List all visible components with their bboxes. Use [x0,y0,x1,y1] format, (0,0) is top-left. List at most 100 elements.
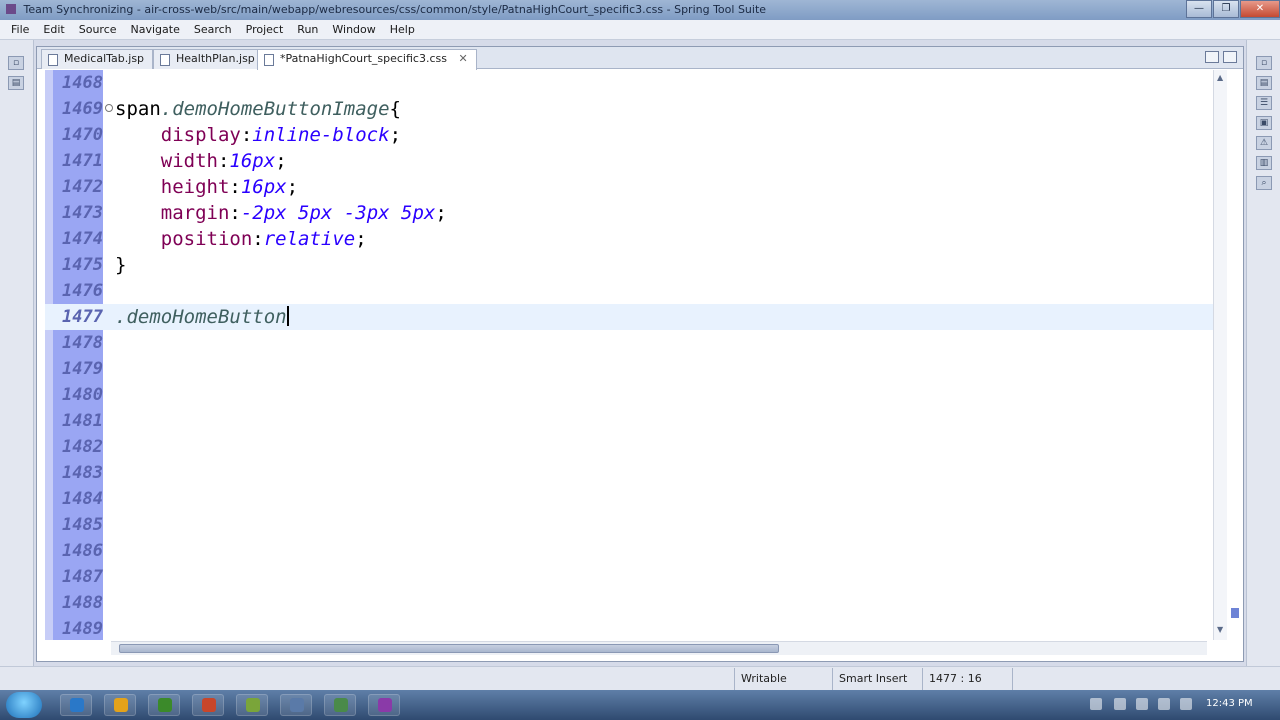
code-token: } [115,254,127,276]
line-number: 1479 [62,359,103,379]
code-line[interactable]: 1472 height:16px; [45,174,1213,200]
code-line[interactable]: 1477 .demoHomeButton [45,304,1213,330]
scroll-down-icon[interactable]: ▼ [1217,626,1225,634]
code-line[interactable]: 1478 [45,330,1213,356]
close-tab-icon[interactable]: ✕ [458,52,467,65]
line-number: 1472 [62,177,103,197]
horizontal-scroll-thumb[interactable] [119,644,779,653]
task-list-icon[interactable]: ☰ [1256,96,1272,110]
line-number: 1476 [62,281,103,301]
taskbar-app-button[interactable] [324,694,356,716]
line-number: 1478 [62,333,103,353]
taskbar-app-button[interactable] [192,694,224,716]
restore-view-icon[interactable]: ▫ [1256,56,1272,70]
battery-icon[interactable] [1136,698,1148,710]
menu-window[interactable]: Window [325,20,382,39]
overview-marker[interactable] [1231,608,1239,618]
volume-icon[interactable] [1180,698,1192,710]
menu-edit[interactable]: Edit [36,20,71,39]
right-trim-bar: ▫ ▤ ☰ ▣ ⚠ ▥ ⌕ [1246,40,1280,690]
line-number: 1473 [62,203,103,223]
vertical-scrollbar[interactable]: ▲ ▼ [1213,70,1227,640]
tab-medicaltab-jsp[interactable]: MedicalTab.jsp [41,49,154,69]
window-title: Team Synchronizing - air-cross-web/src/m… [23,3,767,16]
code-token: position [160,228,253,250]
menu-search[interactable]: Search [187,20,239,39]
code-token: 16px [229,150,276,172]
overview-ruler [1229,70,1241,640]
maximize-button[interactable]: ❐ [1213,0,1239,18]
code-text: } [115,252,126,278]
code-line[interactable]: 1470 display:inline-block; [45,122,1213,148]
network-icon[interactable] [1158,698,1170,710]
code-line[interactable]: 1471 width:16px; [45,148,1213,174]
taskbar-app-button[interactable] [236,694,268,716]
menu-run[interactable]: Run [290,20,325,39]
code-line[interactable]: 1479 [45,356,1213,382]
code-line[interactable]: 1484 [45,486,1213,512]
code-line[interactable]: 1487 [45,564,1213,590]
menu-file[interactable]: File [4,20,36,39]
tab-patnahighcourt-css[interactable]: *PatnaHighCourt_specific3.css ✕ [257,49,477,70]
minimize-button[interactable]: — [1186,0,1212,18]
taskbar: 12:43 PM [0,690,1280,720]
line-number: 1487 [62,567,103,587]
restore-view-icon[interactable]: ▫ [8,56,24,70]
code-line[interactable]: 1469 span.demoHomeButtonImage{ [45,96,1213,122]
action-center-icon[interactable] [1114,698,1126,710]
package-explorer-icon[interactable]: ▤ [8,76,24,90]
horizontal-scrollbar[interactable] [111,641,1207,655]
tab-label: *PatnaHighCourt_specific3.css [280,52,447,65]
code-line[interactable]: 1485 [45,512,1213,538]
line-number: 1474 [62,229,103,249]
close-window-button[interactable]: ✕ [1240,0,1280,18]
menu-project[interactable]: Project [239,20,291,39]
servers-view-icon[interactable]: ▥ [1256,156,1272,170]
app-icon [114,698,128,712]
code-line[interactable]: 1473 margin:-2px 5px -3px 5px; [45,200,1213,226]
code-area[interactable]: 1468 1469 span.demoHomeButtonImage{1470 di… [45,70,1213,640]
code-token: { [389,98,401,120]
start-button[interactable] [6,692,42,718]
code-line[interactable]: 1480 [45,382,1213,408]
status-writable: Writable [734,668,793,690]
code-line[interactable]: 1474 position:relative; [45,226,1213,252]
problems-view-icon[interactable]: ⚠ [1256,136,1272,150]
clock[interactable]: 12:43 PM [1206,698,1253,709]
code-line[interactable]: 1488 [45,590,1213,616]
console-view-icon[interactable]: ▣ [1256,116,1272,130]
code-text: display:inline-block; [115,122,401,148]
line-number: 1477 [62,307,103,327]
code-line[interactable]: 1482 [45,434,1213,460]
code-line[interactable]: 1483 [45,460,1213,486]
scroll-up-icon[interactable]: ▲ [1217,74,1225,82]
taskbar-app-button[interactable] [280,694,312,716]
menu-navigate[interactable]: Navigate [124,20,187,39]
tab-healthplan-jsp[interactable]: HealthPlan.jsp [153,49,264,69]
code-line[interactable]: 1468 [45,70,1213,96]
taskbar-app-button[interactable] [148,694,180,716]
code-text: .demoHomeButton [115,304,289,330]
taskbar-app-button[interactable] [60,694,92,716]
minimize-editor-icon[interactable] [1205,51,1219,63]
taskbar-app-button[interactable] [104,694,136,716]
app-icon [334,698,348,712]
taskbar-app-button[interactable] [368,694,400,716]
code-token: inline-block [252,124,390,146]
code-token: ; [275,150,287,172]
code-token: ; [435,202,447,224]
search-view-icon[interactable]: ⌕ [1256,176,1272,190]
code-line[interactable]: 1489 [45,616,1213,642]
app-icon [202,698,216,712]
tray-expand-icon[interactable] [1090,698,1102,710]
fold-toggle-icon[interactable] [105,104,113,112]
outline-view-icon[interactable]: ▤ [1256,76,1272,90]
code-line[interactable]: 1475} [45,252,1213,278]
menu-help[interactable]: Help [383,20,422,39]
menu-source[interactable]: Source [72,20,124,39]
code-line[interactable]: 1476 [45,278,1213,304]
code-line[interactable]: 1481 [45,408,1213,434]
code-line[interactable]: 1486 [45,538,1213,564]
maximize-editor-icon[interactable] [1223,51,1237,63]
